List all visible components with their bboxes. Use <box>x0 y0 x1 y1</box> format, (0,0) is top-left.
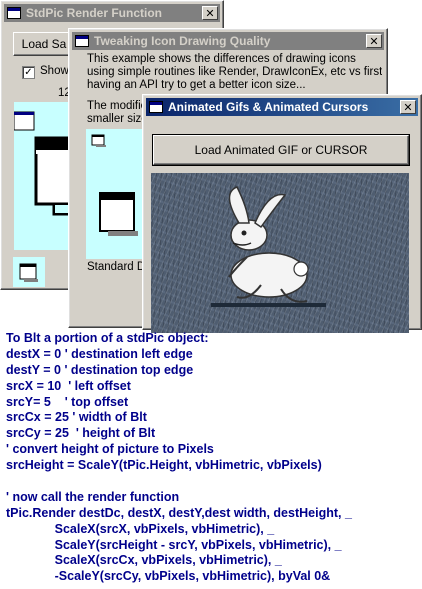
show-checkbox[interactable]: ✓ <box>22 66 35 79</box>
window-title: Animated Gifs & Animated Cursors <box>168 100 369 114</box>
animated-gifs-window: Animated Gifs & Animated Cursors ✕ Load … <box>142 94 422 333</box>
code-line: To Blt a portion of a stdPic object: <box>6 331 209 345</box>
folder-window-icon <box>19 263 38 282</box>
window-icon <box>149 101 163 113</box>
modified-note: smaller size <box>87 113 148 125</box>
code-listing: To Blt a portion of a stdPic object: des… <box>6 331 420 585</box>
description-line: having an API try to get a better icon s… <box>87 79 306 91</box>
animated-gifs-titlebar[interactable]: Animated Gifs & Animated Cursors ✕ <box>146 98 418 116</box>
stdpic-render-titlebar[interactable]: StdPic Render Function ✕ <box>4 4 220 22</box>
animation-display <box>151 173 409 333</box>
code-line: ScaleX(srcX, vbPixels, vbHimetric), _ <box>6 521 275 536</box>
description-line: This example shows the differences of dr… <box>87 53 356 65</box>
description-line: using simple routines like Render, DrawI… <box>87 66 383 78</box>
tweaking-titlebar[interactable]: Tweaking Icon Drawing Quality ✕ <box>72 32 384 50</box>
code-line: ' now call the render function <box>6 489 180 504</box>
window-icon <box>75 35 89 47</box>
close-icon[interactable]: ✕ <box>366 34 382 48</box>
code-line: srcHeight = ScaleY(tPic.Height, vbHimetr… <box>6 458 322 473</box>
code-line: destX = 0 ' destination left edge <box>6 346 193 361</box>
code-line: srcY= 5 ' top offset <box>6 394 129 409</box>
window-icon <box>7 7 21 19</box>
code-line: ScaleX(srcCx, vbPixels, vbHimetric), _ <box>6 553 282 568</box>
rabbit-animation <box>211 186 326 307</box>
window-title: Tweaking Icon Drawing Quality <box>94 34 271 48</box>
load-animated-button[interactable]: Load Animated GIF or CURSOR <box>152 134 410 166</box>
code-line: srcX = 10 ' left offset <box>6 378 131 393</box>
code-line: ScaleY(srcHeight - srcY, vbPixels, vbHim… <box>6 537 342 552</box>
standard-label: Standard D <box>87 261 146 273</box>
load-button[interactable]: Load Sa <box>13 32 75 56</box>
thumbnail-picture <box>13 257 45 287</box>
modified-note: The modifie <box>87 100 148 112</box>
code-line: -ScaleY(srcCy, vbPixels, vbHimetric), by… <box>6 569 331 584</box>
code-line: srcCx = 25 ' width of Blt <box>6 410 147 425</box>
code-line: srcCy = 25 ' height of Blt <box>6 426 156 441</box>
show-checkbox-label: Show <box>40 65 69 77</box>
close-icon[interactable]: ✕ <box>202 6 218 20</box>
code-line: destY = 0 ' destination top edge <box>6 362 194 377</box>
code-line: ' convert height of picture to Pixels <box>6 442 214 457</box>
window-title: StdPic Render Function <box>26 6 163 20</box>
close-icon[interactable]: ✕ <box>400 100 416 114</box>
code-line: tPic.Render destDc, destX, destY,dest wi… <box>6 505 352 520</box>
